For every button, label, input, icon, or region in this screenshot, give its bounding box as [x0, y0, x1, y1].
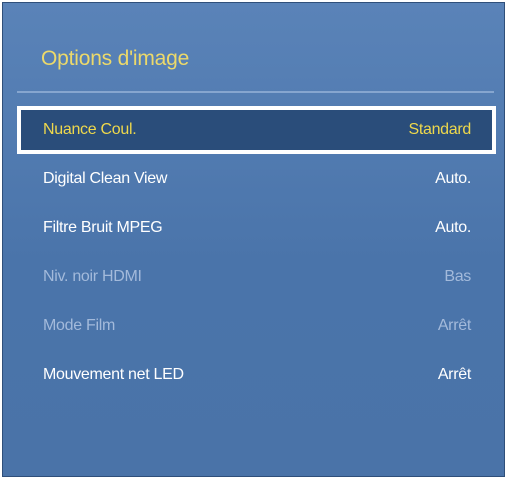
menu-item-label: Niv. noir HDMI: [43, 268, 142, 285]
picture-options-panel: Options d'image Nuance Coul. Standard Di…: [2, 2, 505, 477]
menu-item-filtre-bruit-mpeg[interactable]: Filtre Bruit MPEG Auto.: [17, 204, 496, 253]
menu-item-value: Bas: [444, 268, 471, 285]
menu-item-digital-clean-view[interactable]: Digital Clean View Auto.: [17, 155, 496, 204]
menu-item-value: Arrêt: [437, 317, 471, 334]
menu-item-nuance-coul[interactable]: Nuance Coul. Standard: [17, 106, 496, 154]
menu-item-value: Auto.: [435, 219, 471, 236]
menu-item-value: Arrêt: [437, 366, 471, 383]
menu-item-label: Filtre Bruit MPEG: [43, 219, 163, 236]
menu-item-mode-film: Mode Film Arrêt: [17, 302, 496, 351]
menu-item-value: Auto.: [435, 170, 471, 187]
menu-item-label: Mouvement net LED: [43, 366, 184, 383]
title-divider: [17, 91, 494, 93]
panel-title: Options d'image: [41, 47, 190, 70]
menu-item-value: Standard: [408, 121, 471, 138]
menu-item-label: Digital Clean View: [43, 170, 168, 187]
menu-item-niv-noir-hdmi: Niv. noir HDMI Bas: [17, 253, 496, 302]
menu-item-label: Nuance Coul.: [43, 121, 137, 138]
menu-item-mouvement-net-led[interactable]: Mouvement net LED Arrêt: [17, 351, 496, 400]
menu-item-label: Mode Film: [43, 317, 115, 334]
options-menu: Nuance Coul. Standard Digital Clean View…: [17, 106, 496, 400]
